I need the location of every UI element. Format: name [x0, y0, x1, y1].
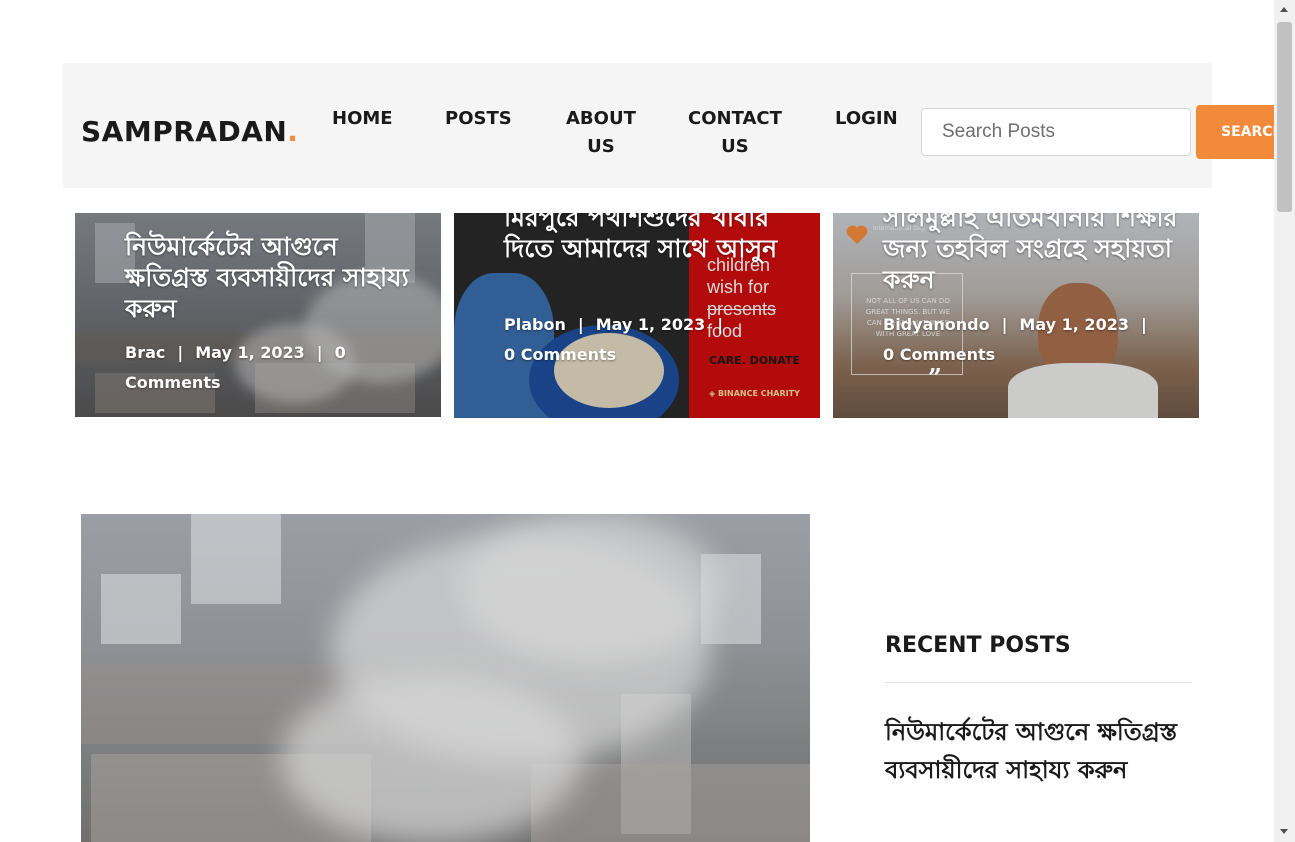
- nav-contact-us-label-line1[interactable]: CONTACT: [688, 105, 782, 133]
- featured-card-3[interactable]: NOT ALL OF US CAN DO GREAT THINGS. BUT W…: [833, 213, 1199, 418]
- post-author[interactable]: Plabon: [504, 315, 566, 334]
- nav-contact-us-label-line2[interactable]: US: [688, 133, 782, 161]
- post-author[interactable]: Bidyanondo: [883, 315, 990, 334]
- nav-contact-us[interactable]: CONTACT US: [688, 105, 782, 161]
- quote-close-icon: ”: [928, 363, 942, 392]
- divider: [885, 682, 1192, 683]
- meta-separator: |: [717, 315, 724, 334]
- post-date: May 1, 2023: [1019, 315, 1129, 334]
- nav-posts-label[interactable]: POSTS: [445, 105, 512, 133]
- scroll-down-arrow-icon[interactable]: [1280, 829, 1288, 834]
- post-date: May 1, 2023: [195, 343, 305, 362]
- featured-card-meta: Brac | May 1, 2023 | 0 Comments: [125, 338, 441, 398]
- nav-about-us[interactable]: ABOUT US: [566, 105, 636, 161]
- main-post-image[interactable]: [81, 514, 810, 842]
- page-scrollbar[interactable]: [1274, 0, 1295, 842]
- post-comments[interactable]: 0 Comments: [504, 345, 616, 364]
- featured-card-meta: Plabon | May 1, 2023 | 0 Comments: [504, 310, 804, 370]
- nav-login-label[interactable]: LOGIN: [835, 105, 898, 133]
- nav-login[interactable]: LOGIN: [835, 105, 898, 133]
- featured-card-meta: Bidyanondo | May 1, 2023 | 0 Comments: [883, 310, 1183, 370]
- featured-card-title[interactable]: মিরপুরে পথশিশুদের খাবার দিতে আমাদের সাথে…: [504, 213, 804, 264]
- post-author[interactable]: Brac: [125, 343, 165, 362]
- nav-posts[interactable]: POSTS: [445, 105, 512, 133]
- search-input[interactable]: [921, 108, 1191, 156]
- post-comments[interactable]: 0 Comments: [883, 345, 995, 364]
- featured-card-2[interactable]: children wish for presents food CARE. DO…: [454, 213, 820, 418]
- post-date: May 1, 2023: [595, 315, 706, 334]
- logo-text[interactable]: SAMPRADAN: [81, 115, 287, 148]
- scrollbar-thumb[interactable]: [1277, 22, 1292, 212]
- featured-card-1[interactable]: নিউমার্কেটের আগুনে ক্ষতিগ্রস্ত ব্যবসায়ী…: [75, 213, 441, 417]
- nav-home[interactable]: HOME: [332, 105, 393, 133]
- logo-dot: .: [287, 115, 299, 148]
- meta-separator: |: [1001, 315, 1008, 334]
- meta-separator: |: [1140, 315, 1147, 334]
- featured-card-title[interactable]: সলিমুল্লাহ এতিমখানায় শিক্ষার জন্য তহবিল…: [883, 213, 1183, 295]
- featured-card-title[interactable]: নিউমার্কেটের আগুনে ক্ষতিগ্রস্ত ব্যবসায়ী…: [125, 231, 425, 324]
- recent-posts-heading: RECENT POSTS: [885, 633, 1071, 658]
- recent-post-link[interactable]: নিউমার্কেটের আগুনে ক্ষতিগ্রস্ত ব্যবসায়ী…: [885, 713, 1185, 789]
- search-button[interactable]: SEARCH: [1196, 105, 1286, 159]
- nav-about-us-label-line1[interactable]: ABOUT: [566, 105, 636, 133]
- meta-separator: |: [577, 315, 584, 334]
- meta-separator: |: [316, 343, 323, 362]
- site-header: SAMPRADAN. HOME POSTS ABOUT US CONTACT U…: [63, 63, 1286, 188]
- nav-home-label[interactable]: HOME: [332, 105, 393, 133]
- city-fire-aerial-image: [81, 514, 810, 842]
- scroll-up-arrow-icon[interactable]: [1280, 7, 1288, 12]
- nav-about-us-label-line2[interactable]: US: [566, 133, 636, 161]
- meta-separator: |: [177, 343, 184, 362]
- site-logo[interactable]: SAMPRADAN.: [81, 115, 298, 148]
